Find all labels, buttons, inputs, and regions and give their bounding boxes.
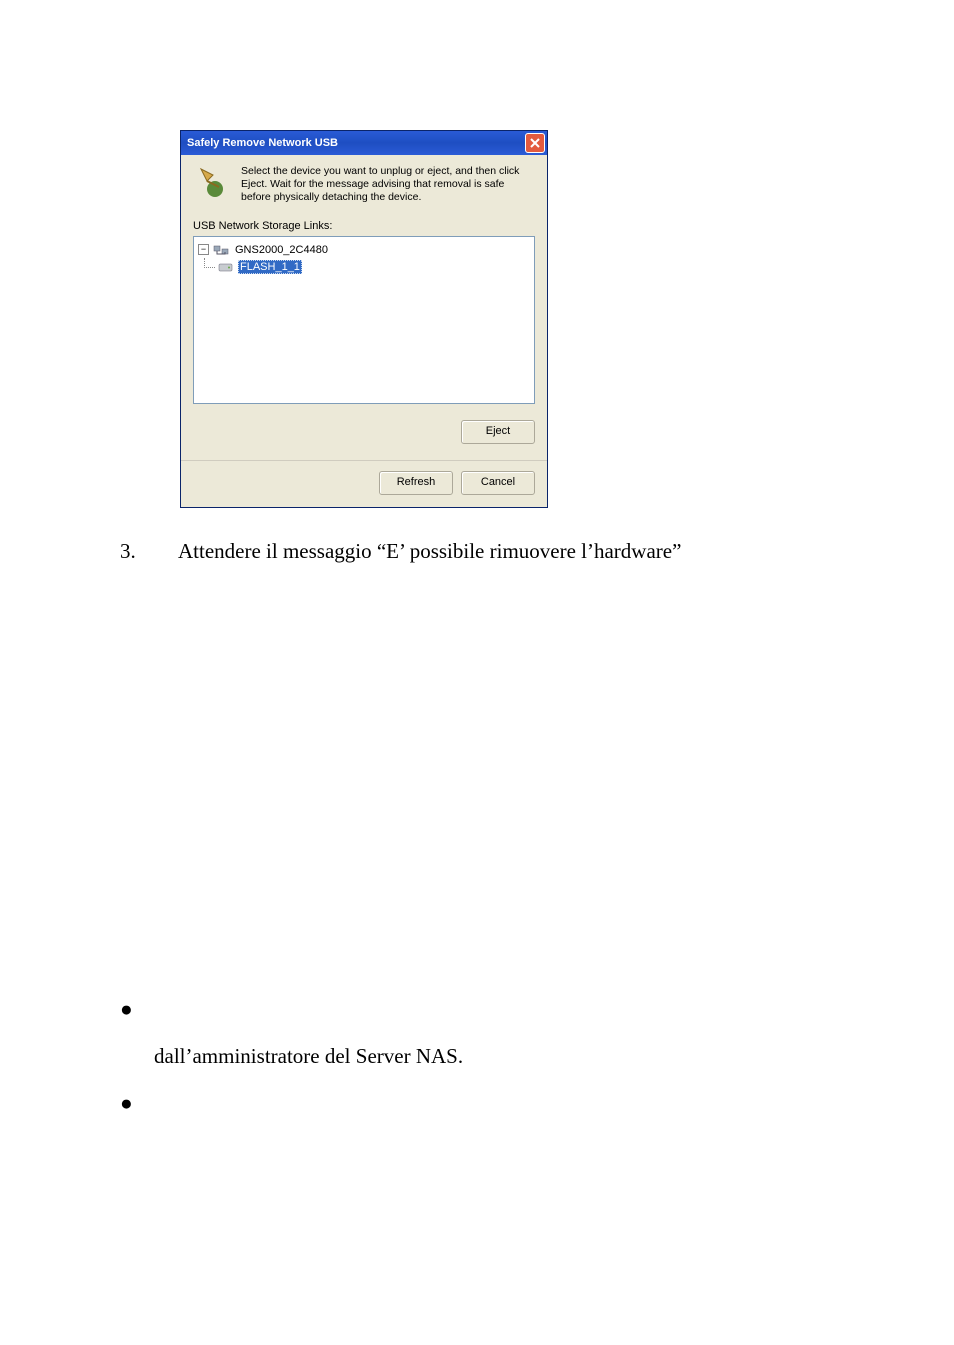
eject-icon [195, 165, 227, 197]
eject-row: Eject [181, 414, 547, 456]
bullet-1-text [154, 996, 159, 1023]
titlebar: Safely Remove Network USB [181, 131, 547, 155]
list-number: 3. [120, 538, 178, 565]
links-label: USB Network Storage Links: [181, 212, 547, 236]
close-icon[interactable] [525, 133, 545, 153]
eject-button[interactable]: Eject [461, 420, 535, 444]
bullet-list: ● dall’amministratore del Server NAS. ● [120, 996, 854, 1118]
tree-child-row[interactable]: FLASH_1_1 [196, 258, 532, 275]
bullet-1-cont-text: dall’amministratore del Server NAS. [154, 1043, 463, 1070]
bullet-item-2: ● [120, 1090, 854, 1117]
step-3-text: Attendere il messaggio “E’ possibile rim… [178, 538, 681, 565]
bullet-icon: ● [120, 1090, 154, 1117]
tree-child-label: FLASH_1_1 [238, 260, 302, 274]
network-device-icon [213, 243, 229, 257]
bullet-icon: ● [120, 996, 154, 1023]
bullet-item-1: ● [120, 996, 854, 1023]
bullet-1-continuation: dall’amministratore del Server NAS. [154, 1043, 854, 1070]
drive-icon [218, 260, 234, 274]
safely-remove-dialog: Safely Remove Network USB Select the dev… [180, 130, 548, 508]
bottom-button-row: Refresh Cancel [181, 460, 547, 507]
tree-parent-row[interactable]: − GNS2000_2C4480 [196, 241, 532, 258]
description-row: Select the device you want to unplug or … [181, 155, 547, 212]
bullet-2-text [154, 1090, 159, 1117]
description-text: Select the device you want to unplug or … [241, 165, 537, 204]
step-3-line: 3. Attendere il messaggio “E’ possibile … [120, 538, 854, 565]
refresh-button[interactable]: Refresh [379, 471, 453, 495]
dialog-title: Safely Remove Network USB [187, 137, 338, 149]
tree-expander-icon[interactable]: − [198, 244, 209, 255]
cancel-button[interactable]: Cancel [461, 471, 535, 495]
device-tree[interactable]: − GNS2000_2C4480 FLASH_1_ [193, 236, 535, 404]
tree-parent-label: GNS2000_2C4480 [233, 244, 330, 256]
